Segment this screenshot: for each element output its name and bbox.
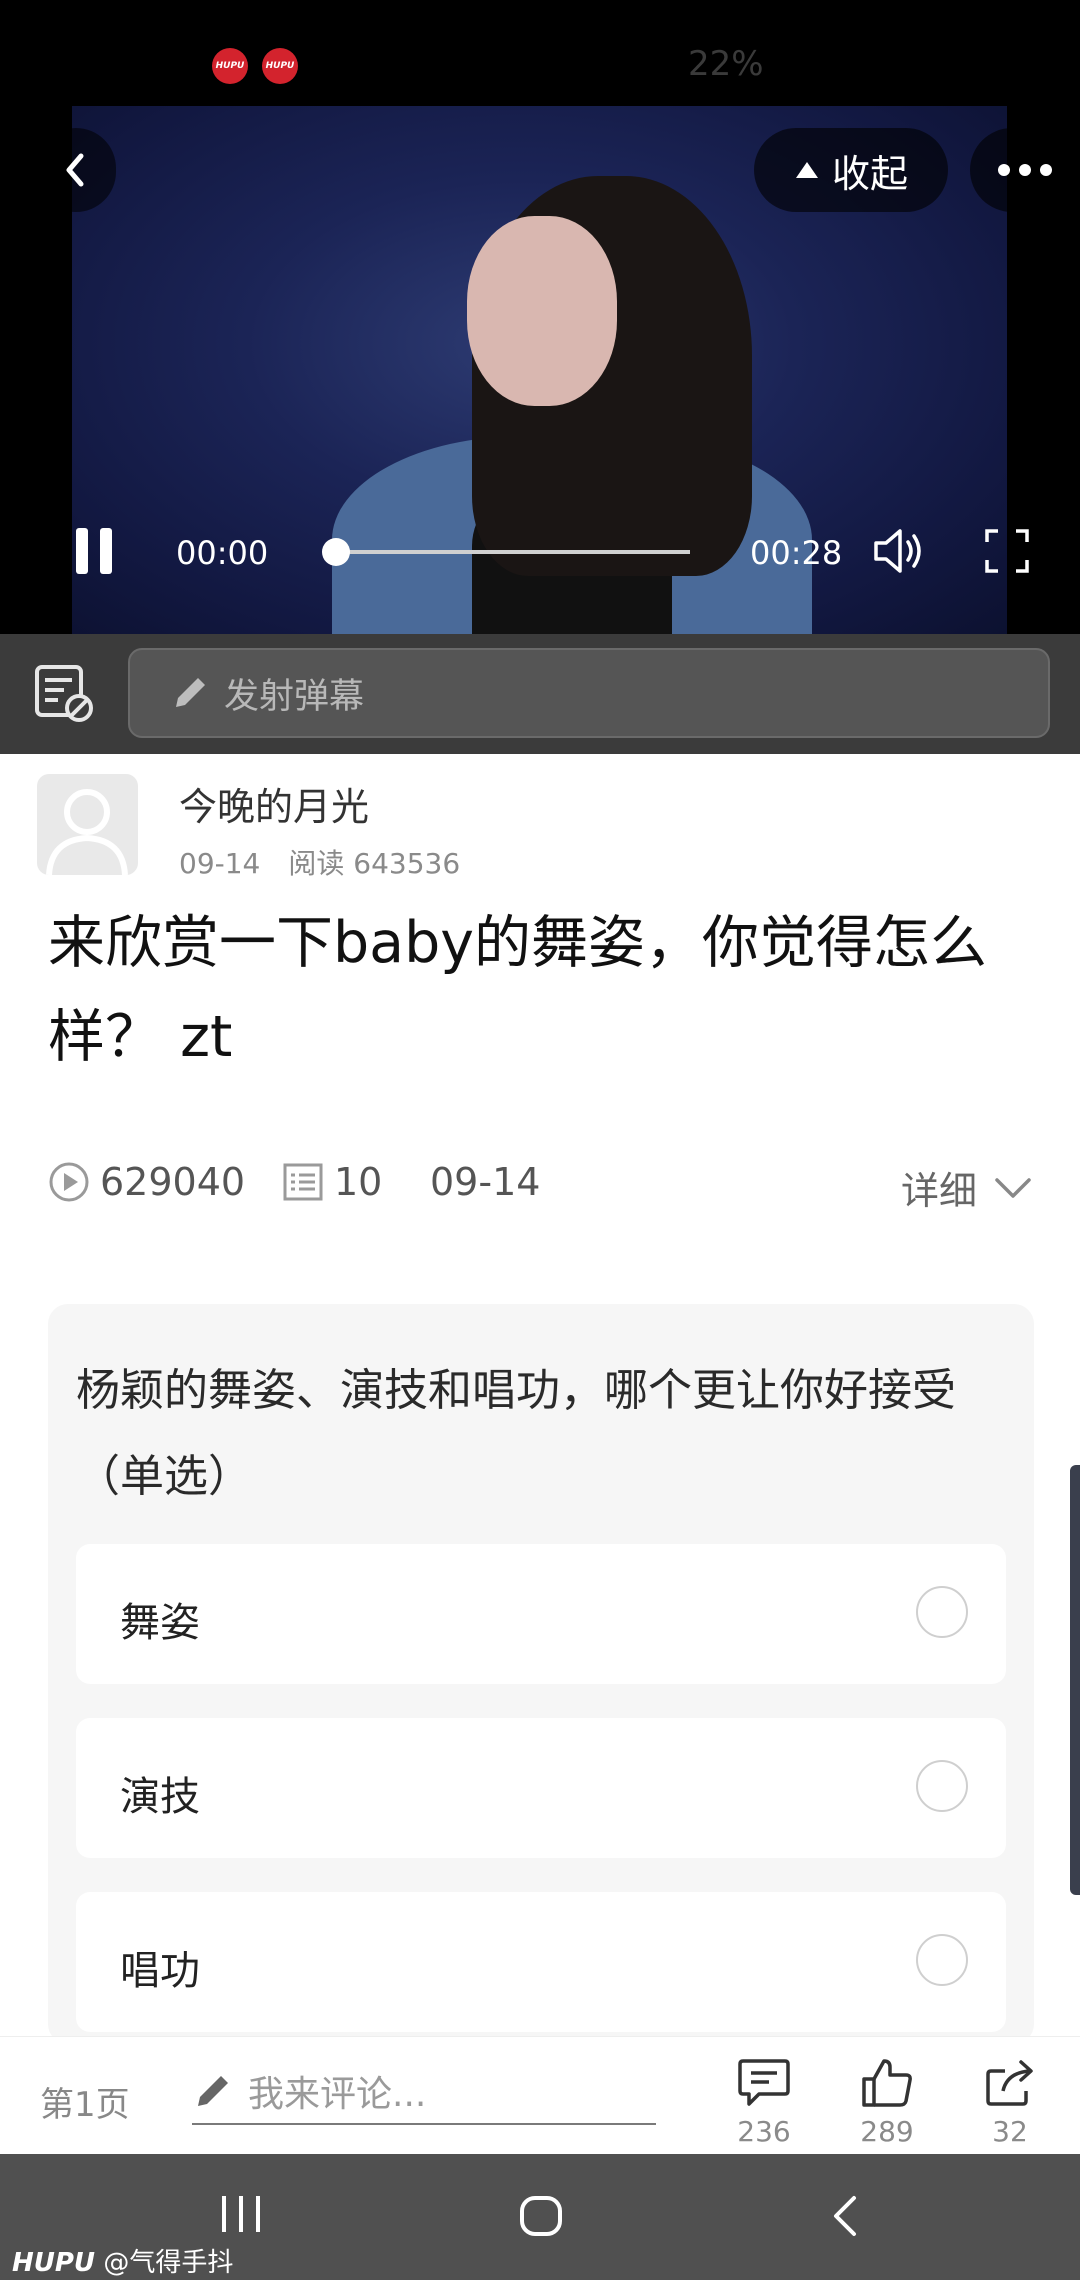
volume-icon[interactable]	[872, 526, 926, 576]
post-title: 来欣赏一下baby的舞姿，你觉得怎么样？ zt	[48, 910, 988, 1070]
page-indicator[interactable]: 第1页	[40, 2077, 130, 2126]
poll-option-label: 演技	[120, 1774, 200, 1820]
progress-knob[interactable]	[322, 538, 350, 566]
share-button[interactable]: 32	[965, 2057, 1055, 2148]
duration: 00:28	[750, 534, 843, 572]
play-circle-icon	[49, 1162, 89, 1202]
list-icon	[283, 1163, 323, 1201]
battery-level: 22%	[688, 44, 764, 84]
danmaku-placeholder: 发射弹幕	[224, 676, 365, 717]
floating-edge-tab[interactable]	[1070, 1465, 1080, 1895]
status-bar: HUPU HUPU 22%	[0, 0, 1080, 106]
pencil-icon	[198, 2076, 228, 2106]
video-figure-face	[467, 216, 617, 406]
stat-date: 09-14	[430, 1160, 540, 1204]
detail-label: 详细	[900, 1169, 977, 1213]
pause-button[interactable]	[74, 528, 114, 574]
collapse-button[interactable]: 收起	[754, 128, 948, 212]
stat-date-value: 09-14	[430, 1160, 541, 1204]
poll-option-label: 舞姿	[120, 1600, 200, 1646]
watermark-brand: HUPU	[12, 2248, 96, 2278]
back-nav-icon[interactable]	[828, 2194, 862, 2238]
current-time: 00:00	[176, 534, 269, 572]
poll-option[interactable]: 舞姿	[76, 1544, 1006, 1684]
poll-question: 杨颖的舞姿、演技和唱功，哪个更让你好接受（单选）	[76, 1365, 956, 1502]
hupu-app-icon: HUPU	[212, 48, 248, 84]
watermark: HUPU @气得手抖	[12, 2242, 233, 2279]
radio-button[interactable]	[916, 1760, 968, 1812]
share-count: 32	[992, 2115, 1028, 2148]
danmaku-settings-icon[interactable]	[34, 664, 96, 724]
play-count-stat: 629040	[48, 1160, 245, 1204]
thumbs-up-icon	[862, 2059, 912, 2107]
comments-button[interactable]: 236	[719, 2057, 809, 2148]
read-count: 阅读 643536	[288, 847, 461, 880]
list-count: 10	[334, 1160, 383, 1204]
stats-row: 629040 10 09-14 详细	[48, 1152, 1033, 1215]
poll-card: 杨颖的舞姿、演技和唱功，哪个更让你好接受（单选） 舞姿 演技 唱功	[48, 1304, 1034, 2044]
share-icon	[986, 2060, 1033, 2106]
pause-bar-icon	[76, 528, 88, 574]
more-dots-icon	[998, 164, 1052, 176]
collapse-label: 收起	[831, 151, 908, 196]
poll-option[interactable]: 唱功	[76, 1892, 1006, 2032]
like-count: 289	[860, 2115, 914, 2148]
pencil-icon	[176, 678, 205, 707]
video-controls: 00:00 00:28	[72, 520, 1029, 580]
recent-apps-icon[interactable]	[218, 2194, 264, 2234]
user-icon	[46, 789, 128, 875]
chevron-left-icon	[66, 153, 84, 187]
hupu-app-icon: HUPU	[262, 48, 298, 84]
danmaku-bar: 发射弹幕	[0, 634, 1080, 754]
more-options-button[interactable]	[970, 128, 1080, 212]
progress-track[interactable]	[334, 550, 690, 554]
play-count: 629040	[100, 1160, 246, 1204]
triangle-up-icon	[795, 162, 818, 178]
comment-bar: 第1页 我来评论... 236 289 32	[0, 2036, 1080, 2155]
back-button[interactable]	[36, 128, 116, 212]
radio-button[interactable]	[916, 1934, 968, 1986]
comment-count: 236	[737, 2115, 791, 2148]
fullscreen-icon[interactable]	[984, 528, 1030, 574]
comment-placeholder: 我来评论...	[248, 2074, 427, 2115]
danmaku-input[interactable]: 发射弹幕	[128, 648, 1050, 738]
post-date: 09-14	[179, 847, 261, 880]
detail-toggle[interactable]: 详细	[901, 1160, 1033, 1215]
comment-input[interactable]: 我来评论...	[192, 2059, 656, 2125]
pause-bar-icon	[100, 528, 112, 574]
avatar[interactable]	[37, 774, 138, 875]
poll-option[interactable]: 演技	[76, 1718, 1006, 1858]
chevron-down-icon	[995, 1177, 1031, 1198]
comment-icon	[738, 2059, 790, 2106]
author-name[interactable]: 今晚的月光	[179, 776, 369, 831]
list-count-stat: 10	[282, 1160, 382, 1204]
watermark-handle: @气得手抖	[103, 2248, 234, 2278]
post-meta: 09-14 阅读 643536	[179, 842, 488, 882]
poll-option-label: 唱功	[120, 1948, 200, 1994]
radio-button[interactable]	[916, 1586, 968, 1638]
home-icon[interactable]	[518, 2194, 564, 2238]
like-button[interactable]: 289	[842, 2057, 932, 2148]
